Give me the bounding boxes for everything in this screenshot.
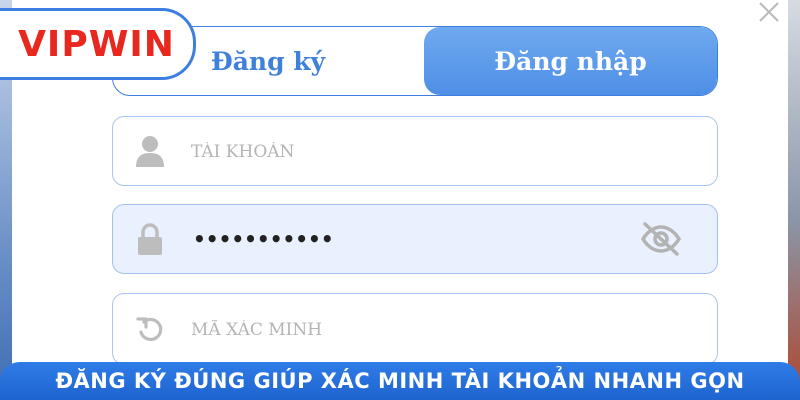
captcha-field-container [112,293,718,365]
auth-tabs: Đăng ký Đăng nhập [112,26,718,96]
user-icon [136,136,164,167]
close-button[interactable] [756,0,784,24]
refresh-icon[interactable] [135,312,165,346]
toggle-password-visibility[interactable] [639,221,683,257]
password-field-container: ••••••••••• [112,204,718,274]
logo-text: VIPWIN [18,23,175,65]
username-input[interactable] [191,133,647,169]
captcha-input[interactable] [191,311,647,347]
lock-icon [138,223,162,255]
password-input[interactable]: ••••••••••• [193,227,334,251]
tab-login[interactable]: Đăng nhập [424,27,717,95]
eye-off-icon [640,222,682,256]
backdrop-right [788,0,800,400]
caption-banner: ĐĂNG KÝ ĐÚNG GIÚP XÁC MINH TÀI KHOẢN NHA… [0,362,800,400]
banner-text: ĐĂNG KÝ ĐÚNG GIÚP XÁC MINH TÀI KHOẢN NHA… [55,369,745,393]
vipwin-logo: VIPWIN [0,8,196,80]
username-field-container [112,116,718,186]
close-icon [759,2,779,22]
